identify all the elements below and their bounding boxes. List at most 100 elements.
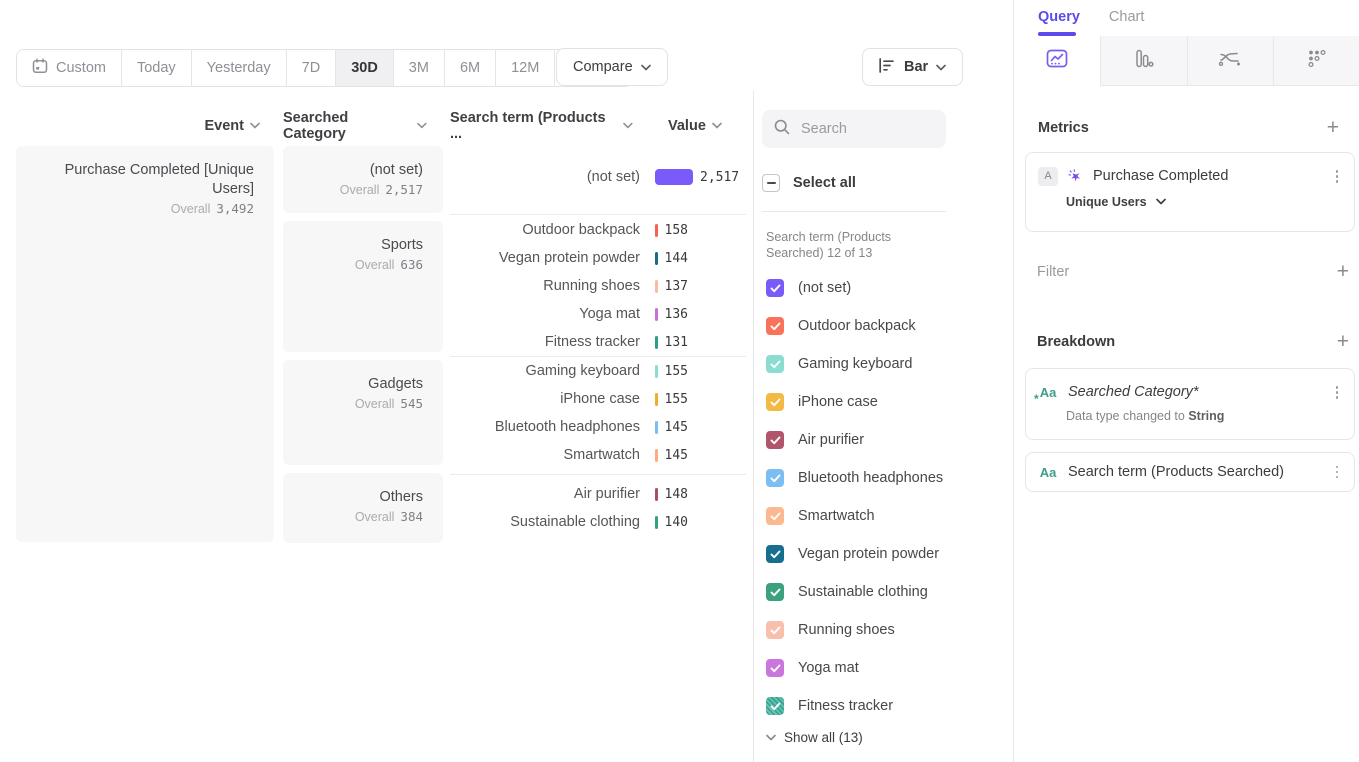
checkbox-checked-icon [766, 621, 784, 639]
select-all-checkbox[interactable]: Select all [762, 174, 856, 192]
active-tab-underline [1038, 32, 1076, 36]
group-separator [450, 474, 746, 475]
calendar-icon [32, 58, 48, 78]
value-number: 136 [665, 307, 688, 322]
indeterminate-checkbox-icon [762, 174, 780, 192]
search-term-row[interactable]: Outdoor backpack158 [450, 216, 750, 244]
category-card[interactable]: GadgetsOverall545 [283, 360, 443, 465]
search-term-row[interactable]: (not set)2,517 [450, 163, 750, 191]
filter-item[interactable]: Bluetooth headphones [766, 459, 943, 497]
breakdown-name: Searched Category* [1068, 384, 1322, 400]
chevron-down-icon [712, 122, 722, 129]
search-term-row[interactable]: Vegan protein powder144 [450, 244, 750, 272]
search-term-label: Fitness tracker [450, 334, 640, 350]
select-all-label: Select all [793, 175, 856, 191]
date-range-6m[interactable]: 6M [445, 50, 496, 86]
bar-chart-icon [879, 58, 896, 77]
checkbox-checked-icon [766, 697, 784, 715]
search-term-row[interactable]: Running shoes137 [450, 272, 750, 300]
date-range-30d[interactable]: 30D [336, 50, 394, 86]
date-range-yesterday[interactable]: Yesterday [192, 50, 287, 86]
column-header-searched-category[interactable]: Searched Category [283, 117, 427, 134]
search-term-row[interactable]: Smartwatch145 [450, 441, 750, 469]
filter-item[interactable]: Vegan protein powder [766, 535, 939, 573]
category-overall: Overall545 [293, 396, 423, 411]
search-term-row[interactable]: Yoga mat136 [450, 300, 750, 328]
funnels-icon [1133, 49, 1155, 73]
search-term-label: Outdoor backpack [450, 222, 640, 238]
string-property-icon: Aa* [1038, 383, 1058, 402]
add-breakdown-button[interactable]: + [1331, 332, 1355, 352]
search-term-label: iPhone case [450, 391, 640, 407]
filter-item[interactable]: Gaming keyboard [766, 345, 912, 383]
chart-type-button[interactable]: Bar [862, 48, 963, 86]
filter-item[interactable]: Yoga mat [766, 649, 859, 687]
category-card[interactable]: (not set)Overall2,517 [283, 146, 443, 213]
compare-label: Compare [573, 59, 633, 75]
metrics-title: Metrics [1038, 120, 1089, 136]
value-bar [655, 516, 658, 529]
filter-item[interactable]: iPhone case [766, 383, 878, 421]
tab-query[interactable]: Query [1038, 9, 1080, 25]
date-range-7d[interactable]: 7D [287, 50, 337, 86]
search-term-row[interactable]: Air purifier148 [450, 480, 750, 508]
category-card[interactable]: OthersOverall384 [283, 473, 443, 543]
filter-item-label: iPhone case [798, 394, 878, 410]
checkbox-checked-icon [766, 431, 784, 449]
category-card[interactable]: SportsOverall636 [283, 221, 443, 352]
filter-item-label: Sustainable clothing [798, 584, 928, 600]
tab-flows[interactable] [1187, 36, 1274, 86]
search-term-row[interactable]: Gaming keyboard155 [450, 357, 750, 385]
filter-item[interactable]: Smartwatch [766, 497, 875, 535]
metric-series-badge: A [1038, 167, 1058, 186]
show-all-button[interactable]: Show all (13) [766, 730, 863, 745]
list-divider [762, 211, 946, 212]
search-term-row[interactable]: Sustainable clothing140 [450, 508, 750, 536]
event-card[interactable]: Purchase Completed [Unique Users] Overal… [16, 146, 274, 542]
tab-funnels[interactable] [1100, 36, 1187, 86]
date-range-today[interactable]: Today [122, 50, 192, 86]
filter-item-label: Air purifier [798, 432, 864, 448]
date-range-label: Custom [56, 60, 106, 76]
metric-card[interactable]: A Purchase Completed Unique Users [1025, 152, 1355, 232]
tab-chart[interactable]: Chart [1109, 9, 1144, 25]
date-range-3m[interactable]: 3M [394, 50, 445, 86]
tab-insights[interactable] [1014, 36, 1100, 86]
filter-item[interactable]: Sustainable clothing [766, 573, 928, 611]
chevron-down-icon [623, 122, 633, 129]
add-metric-button[interactable]: + [1321, 118, 1345, 138]
column-header-event[interactable]: Event [16, 117, 260, 134]
filter-item[interactable]: (not set) [766, 269, 851, 307]
search-term-row[interactable]: Bluetooth headphones145 [450, 413, 750, 441]
metric-menu-button[interactable] [1332, 166, 1343, 187]
retention-icon [1307, 49, 1327, 73]
value-number: 148 [665, 487, 688, 502]
date-range-label: 3M [409, 60, 429, 76]
search-input[interactable] [799, 120, 933, 138]
value-number: 155 [665, 392, 688, 407]
date-range-custom[interactable]: Custom [17, 50, 122, 86]
checkbox-checked-icon [766, 393, 784, 411]
column-header-search-term[interactable]: Search term (Products ... [450, 117, 633, 134]
checkbox-checked-icon [766, 583, 784, 601]
breakdown-card-searched-category[interactable]: Aa* Searched Category* Data type changed… [1025, 368, 1355, 440]
search-term-label: (not set) [450, 169, 640, 185]
checkbox-checked-icon [766, 545, 784, 563]
filter-item[interactable]: Air purifier [766, 421, 864, 459]
chevron-down-icon [417, 122, 427, 129]
chevron-down-icon [766, 734, 776, 741]
search-term-row[interactable]: Fitness tracker131 [450, 328, 750, 356]
breakdown-menu-button[interactable] [1332, 382, 1343, 403]
breakdown-card-search-term[interactable]: Aa Search term (Products Searched) [1025, 452, 1355, 492]
tab-retention[interactable] [1273, 36, 1359, 86]
column-header-value[interactable]: Value [668, 117, 722, 134]
filter-item[interactable]: Running shoes [766, 611, 895, 649]
add-filter-button[interactable]: + [1331, 262, 1355, 282]
breakdown-menu-button[interactable] [1332, 462, 1343, 483]
date-range-12m[interactable]: 12M [496, 50, 555, 86]
compare-button[interactable]: Compare [556, 48, 668, 86]
search-term-row[interactable]: iPhone case 155 [450, 385, 750, 413]
filter-item[interactable]: Outdoor backpack [766, 307, 916, 345]
aggregation-selector[interactable]: Unique Users [1066, 195, 1354, 209]
filter-item[interactable]: Fitness tracker [766, 687, 893, 725]
